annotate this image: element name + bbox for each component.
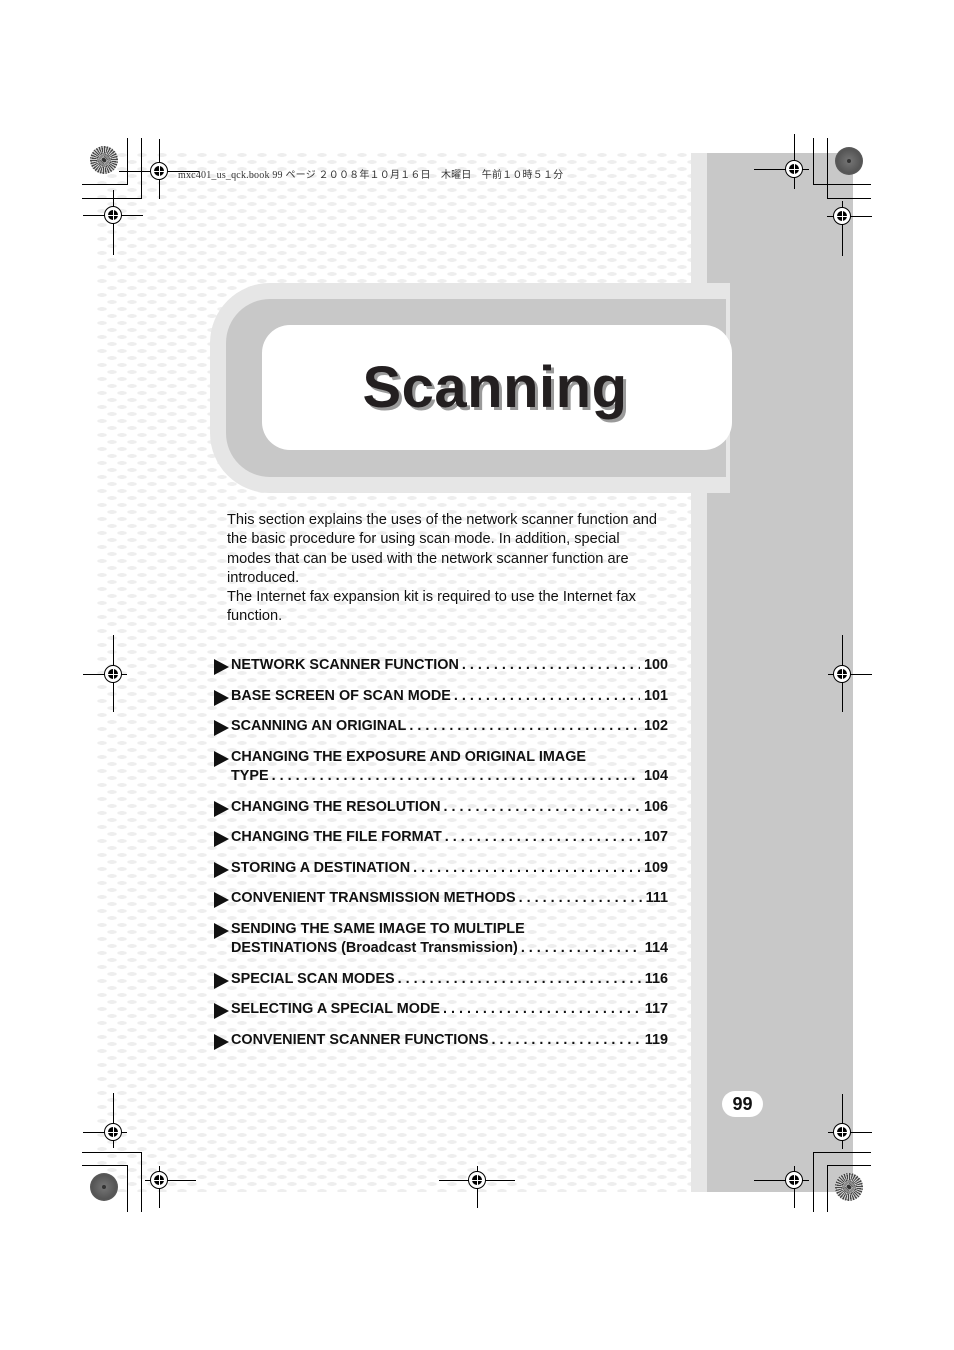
arrow-right-icon xyxy=(214,1003,229,1019)
crop-mark xyxy=(82,198,142,199)
dot-leader xyxy=(462,656,640,676)
dot-leader xyxy=(445,828,640,848)
toc-item-page: 117 xyxy=(644,1001,668,1017)
crop-mark xyxy=(141,138,142,199)
toc-item-label: NETWORK SCANNER FUNCTION xyxy=(231,657,459,673)
toc-item-page: 114 xyxy=(644,940,668,956)
arrow-right-icon xyxy=(214,750,229,767)
crop-mark xyxy=(827,1165,828,1212)
crop-mark xyxy=(127,1165,128,1212)
toc-item-page: 119 xyxy=(644,1031,668,1048)
toc-item-page: 100 xyxy=(643,657,668,673)
toc-item-page: 104 xyxy=(643,768,668,784)
toc-item-label: SCANNING AN ORIGINAL xyxy=(231,718,407,734)
arrow-right-icon xyxy=(214,689,229,706)
dot-leader xyxy=(443,798,640,818)
toc-item[interactable]: STORING A DESTINATION 109 xyxy=(214,859,668,879)
table-of-contents: NETWORK SCANNER FUNCTION 100 BASE SCREEN … xyxy=(214,656,668,1050)
arrow-right-icon xyxy=(214,831,229,847)
color-target-icon xyxy=(90,146,118,174)
toc-item-page: 107 xyxy=(643,829,668,845)
toc-item[interactable]: SENDING THE SAME IMAGE TO MULTIPLE DESTI… xyxy=(214,920,668,959)
toc-item-page: 116 xyxy=(644,970,668,987)
intro-paragraph: The Internet fax expansion kit is requir… xyxy=(227,589,636,625)
crop-mark xyxy=(82,1152,142,1153)
toc-item[interactable]: NETWORK SCANNER FUNCTION 100 xyxy=(214,656,668,676)
color-target-icon xyxy=(835,147,863,175)
toc-item-page: 102 xyxy=(643,718,668,734)
intro-paragraph: This section explains the uses of the ne… xyxy=(227,512,657,586)
crop-mark xyxy=(82,1165,128,1166)
chapter-title: Scanning xyxy=(362,355,628,420)
dot-leader xyxy=(413,859,640,879)
toc-item[interactable]: CONVENIENT SCANNER FUNCTIONS 119 xyxy=(214,1031,668,1051)
color-target-icon xyxy=(90,1173,118,1201)
crop-mark xyxy=(141,1152,142,1212)
toc-item[interactable]: SCANNING AN ORIGINAL 102 xyxy=(214,717,668,737)
toc-item-label: SPECIAL SCAN MODES xyxy=(231,970,395,987)
arrow-right-icon xyxy=(214,972,229,989)
toc-item-page: 101 xyxy=(643,687,668,704)
page-number-badge: 99 xyxy=(722,1091,763,1117)
dot-leader xyxy=(398,970,641,990)
dot-leader xyxy=(409,717,640,737)
dot-leader xyxy=(272,767,640,787)
crop-mark xyxy=(813,138,814,185)
crop-mark xyxy=(813,184,871,185)
toc-item-label: CHANGING THE RESOLUTION xyxy=(231,798,441,815)
dot-leader xyxy=(519,889,642,909)
toc-item-label-line1: CHANGING THE EXPOSURE AND ORIGINAL IMAGE xyxy=(231,748,586,765)
dot-leader xyxy=(443,1000,641,1020)
crop-mark xyxy=(827,1165,871,1166)
toc-item-label: CONVENIENT TRANSMISSION METHODS xyxy=(231,890,516,906)
toc-item[interactable]: CHANGING THE FILE FORMAT 107 xyxy=(214,828,668,848)
crop-mark xyxy=(813,1152,814,1212)
crop-mark xyxy=(127,138,128,185)
toc-item-page: 106 xyxy=(643,798,668,815)
intro-text: This section explains the uses of the ne… xyxy=(227,511,667,627)
toc-item[interactable]: CHANGING THE EXPOSURE AND ORIGINAL IMAGE… xyxy=(214,748,668,787)
dot-leader xyxy=(521,939,641,959)
crop-mark xyxy=(82,184,128,185)
arrow-right-icon xyxy=(214,861,229,878)
color-target-icon xyxy=(835,1173,863,1201)
title-banner: Scanning xyxy=(262,325,732,450)
toc-item-label: CHANGING THE FILE FORMAT xyxy=(231,829,442,845)
crop-mark xyxy=(827,198,871,199)
crop-mark xyxy=(813,1152,871,1153)
arrow-right-icon xyxy=(214,922,229,939)
arrow-right-icon xyxy=(214,659,229,675)
toc-item-label: BASE SCREEN OF SCAN MODE xyxy=(231,687,451,704)
arrow-right-icon xyxy=(214,800,229,817)
toc-item-label: SELECTING A SPECIAL MODE xyxy=(231,1001,440,1017)
dot-leader xyxy=(491,1031,640,1051)
toc-item-label: CONVENIENT SCANNER FUNCTIONS xyxy=(231,1031,489,1048)
crop-mark xyxy=(827,138,828,199)
toc-item-label: STORING A DESTINATION xyxy=(231,859,411,876)
dot-leader xyxy=(454,687,640,707)
print-header: mxc401_us_qck.book 99 ページ ２００８年１０月１６日 木曜… xyxy=(178,170,564,181)
toc-item[interactable]: SPECIAL SCAN MODES 116 xyxy=(214,970,668,990)
arrow-right-icon xyxy=(214,720,229,736)
toc-item-label: DESTINATIONS (Broadcast Transmission) xyxy=(231,940,518,956)
toc-item[interactable]: CHANGING THE RESOLUTION 106 xyxy=(214,798,668,818)
toc-item[interactable]: BASE SCREEN OF SCAN MODE 101 xyxy=(214,687,668,707)
toc-item[interactable]: SELECTING A SPECIAL MODE 117 xyxy=(214,1000,668,1020)
toc-item-page: 111 xyxy=(645,890,668,906)
toc-item-label-line1: SENDING THE SAME IMAGE TO MULTIPLE xyxy=(231,920,525,937)
toc-item-page: 109 xyxy=(643,859,668,876)
toc-item-label: TYPE xyxy=(231,768,269,784)
arrow-right-icon xyxy=(214,1033,229,1050)
arrow-right-icon xyxy=(214,892,229,908)
toc-item[interactable]: CONVENIENT TRANSMISSION METHODS 111 xyxy=(214,889,668,909)
